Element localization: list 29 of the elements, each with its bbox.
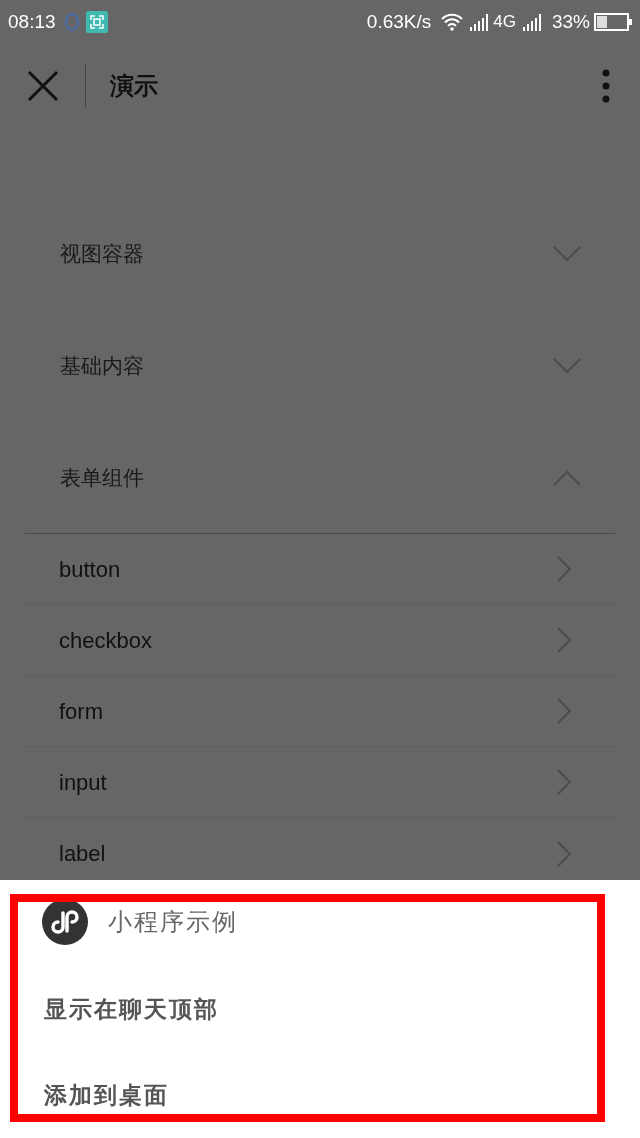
page-title: 演示 (110, 71, 158, 101)
circle-icon (63, 12, 80, 32)
signal-icon (469, 13, 490, 31)
chevron-right-icon (557, 840, 571, 867)
list-item[interactable]: input (25, 747, 615, 818)
chevron-right-icon (557, 627, 571, 653)
section-header[interactable]: 表单组件 (25, 422, 615, 534)
network-type: 4G (493, 11, 516, 34)
list-item[interactable]: button (25, 534, 615, 605)
chevron-right-icon (557, 769, 571, 795)
wifi-icon (441, 13, 464, 31)
list-item[interactable]: checkbox (25, 605, 615, 676)
network-speed: 0.63K/s (366, 9, 432, 34)
status-time: 08:13 (8, 9, 56, 34)
app-name: 小程序示例 (108, 907, 238, 937)
section-header[interactable]: 视图容器 (25, 198, 615, 310)
list-item[interactable]: form (25, 676, 615, 747)
menu-item[interactable]: 显示在聊天顶部 (44, 966, 640, 1052)
battery-percent: 33% (551, 9, 590, 34)
more-icon[interactable] (602, 69, 610, 103)
battery-icon (594, 13, 632, 31)
link-icon (42, 899, 88, 945)
chevron-right-icon (557, 698, 571, 724)
menu-item[interactable]: 添加到桌面 (44, 1052, 640, 1138)
screenshot-icon (85, 11, 108, 33)
chevron-right-icon (557, 556, 571, 582)
section-header[interactable]: 基础内容 (25, 310, 615, 422)
close-icon[interactable] (27, 70, 59, 102)
signal-icon (521, 13, 542, 31)
